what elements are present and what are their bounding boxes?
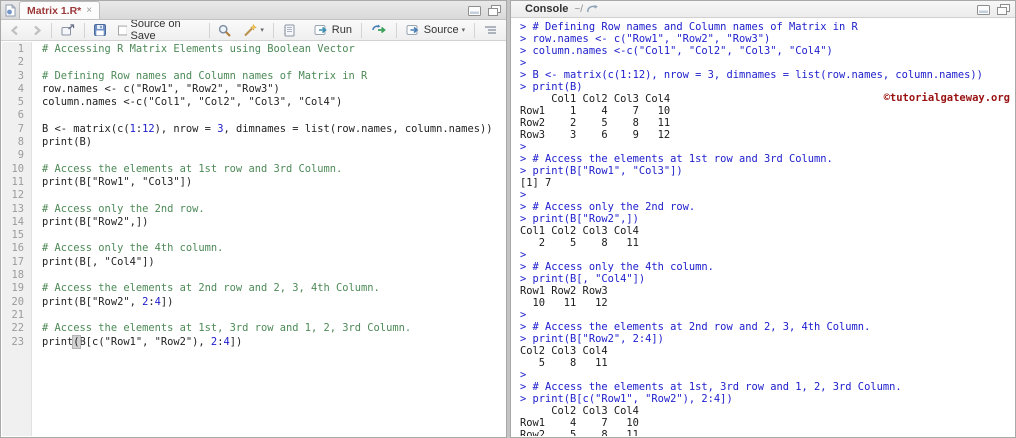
code-line-23[interactable]: print(B[c("Row1", "Row2"), 2:4])	[42, 334, 505, 349]
console-line-5: > B <- matrix(c(1:12), nrow = 3, dimname…	[520, 69, 983, 81]
code-line-1[interactable]: # Accessing R Matrix Elements using Bool…	[42, 43, 505, 56]
code-line-12[interactable]	[42, 189, 505, 202]
code-line-21[interactable]	[42, 309, 505, 322]
code-line-4[interactable]: row.names <- c("Row1", "Row2", "Row3")	[42, 83, 505, 96]
source-on-save-checkbox[interactable]: Source on Save	[115, 17, 203, 43]
source-button[interactable]: Source ▾	[403, 23, 468, 37]
console-line-20: >	[520, 249, 533, 261]
compile-notebook-icon[interactable]	[280, 23, 299, 38]
console-line-30: >	[520, 369, 533, 381]
tab-close-icon[interactable]: ×	[86, 5, 92, 16]
console-line-29: 5 8 11	[520, 357, 608, 369]
minimize-pane-icon[interactable]	[468, 5, 481, 16]
console-lines[interactable]: > # Defining Row names and Column names …	[520, 21, 1014, 436]
tab-matrix-1[interactable]: Matrix 1.R* ×	[19, 1, 101, 19]
tab-title: Matrix 1.R*	[27, 4, 82, 17]
run-button[interactable]: Run	[311, 23, 355, 37]
forward-icon[interactable]	[29, 24, 45, 37]
source-dropdown-caret[interactable]: ▾	[462, 26, 466, 34]
console-line-9: Row2 2 5 8 11	[520, 117, 671, 129]
editor-toolbar: Source on Save ▾ Run Source ▾	[1, 17, 506, 43]
code-line-9[interactable]	[42, 149, 505, 162]
code-line-10[interactable]: # Access the elements at 1st row and 3rd…	[42, 163, 505, 176]
console-line-26: > # Access the elements at 2nd row and 2…	[520, 321, 871, 333]
console-header: Console ~/	[511, 1, 1015, 18]
console-line-21: > # Access only the 4th column.	[520, 261, 714, 273]
back-icon[interactable]	[7, 24, 23, 37]
editor-tab-bar: Matrix 1.R* ×	[1, 1, 506, 20]
console-line-19: 2 5 8 11	[520, 237, 639, 249]
code-line-15[interactable]	[42, 229, 505, 242]
code-line-17[interactable]: print(B[, "Col4"])	[42, 256, 505, 269]
console-line-24: 10 11 12	[520, 297, 608, 309]
console-line-15: >	[520, 189, 533, 201]
run-button-label: Run	[331, 24, 352, 36]
watermark: ©tutorialgateway.org	[883, 92, 1010, 104]
code-tools-wand-icon[interactable]: ▾	[240, 23, 267, 38]
console-line-2: > row.names <- c("Row1", "Row2", "Row3")	[520, 33, 771, 45]
save-icon[interactable]	[91, 23, 109, 37]
rerun-icon[interactable]	[368, 23, 390, 37]
console-line-28: Col2 Col3 Col4	[520, 345, 608, 357]
console-line-18: Col1 Col2 Col3 Col4	[520, 225, 639, 237]
console-line-13: > print(B["Row1", "Col3"])	[520, 165, 683, 177]
console-line-34: Row1 4 7 10	[520, 417, 639, 429]
code-line-6[interactable]	[42, 109, 505, 122]
wand-dropdown-caret[interactable]: ▾	[260, 26, 264, 34]
source-on-save-label: Source on Save	[130, 18, 181, 42]
console-line-23: Row1 Row2 Row3	[520, 285, 608, 297]
source-button-label: Source	[423, 24, 459, 36]
console-line-31: > # Access the elements at 1st, 3rd row …	[520, 381, 902, 393]
console-line-35: Row2 5 8 11	[520, 429, 639, 436]
console-title: Console	[525, 3, 569, 15]
code-line-11[interactable]: print(B["Row1", "Col3"])	[42, 176, 505, 189]
console-line-16: > # Access only the 2nd row.	[520, 201, 696, 213]
r-file-icon	[5, 4, 16, 17]
console-line-22: > print(B[, "Col4"])	[520, 273, 646, 285]
search-icon[interactable]	[215, 23, 234, 38]
console-output[interactable]: > # Defining Row names and Column names …	[512, 19, 1014, 436]
console-maximize-icon[interactable]	[997, 4, 1010, 15]
console-line-17: > print(B["Row2",])	[520, 213, 639, 225]
code-line-19[interactable]: # Access the elements at 2nd row and 2, …	[42, 282, 505, 295]
document-outline-icon[interactable]	[481, 24, 500, 37]
code-line-18[interactable]	[42, 269, 505, 282]
code-line-16[interactable]: # Access only the 4th column.	[42, 242, 505, 255]
console-line-4: >	[520, 57, 533, 69]
code-line-2[interactable]	[42, 56, 505, 69]
console-line-1: > # Defining Row names and Column names …	[520, 21, 858, 33]
source-editor-pane: Matrix 1.R* × Source on Save ▾ Run Sourc…	[0, 0, 507, 438]
console-line-25: >	[520, 309, 533, 321]
code-line-5[interactable]: column.names <-c("Col1", "Col2", "Col3",…	[42, 96, 505, 109]
code-editor[interactable]: 1 2 3 4 5 6 7 8 9 10 11 12 13 14 15 16 17 18 19 20 21 22 23 # …	[2, 42, 505, 436]
console-line-11: >	[520, 141, 533, 153]
console-working-directory: ~/	[574, 3, 584, 15]
console-line-32: > print(B[c("Row1", "Row2"), 2:4])	[520, 393, 733, 405]
console-line-12: > # Access the elements at 1st row and 3…	[520, 153, 833, 165]
code-line-7[interactable]: B <- matrix(c(1:12), nrow = 3, dimnames …	[42, 123, 505, 136]
code-line-22[interactable]: # Access the elements at 1st, 3rd row an…	[42, 322, 505, 335]
code-line-8[interactable]: print(B)	[42, 136, 505, 149]
console-line-27: > print(B["Row2", 2:4])	[520, 333, 664, 345]
console-line-14: [1] 7	[520, 177, 552, 189]
code-line-13[interactable]: # Access only the 2nd row.	[42, 203, 505, 216]
code-line-20[interactable]: print(B["Row2", 2:4])	[42, 296, 505, 309]
goto-working-directory-icon[interactable]	[587, 4, 599, 14]
console-line-33: Col2 Col3 Col4	[520, 405, 639, 417]
maximize-pane-icon[interactable]	[488, 5, 501, 16]
console-line-10: Row3 3 6 9 12	[520, 129, 671, 141]
editor-gutter: 1 2 3 4 5 6 7 8 9 10 11 12 13 14 15 16 17 18 19 20 21 22 23	[2, 42, 32, 436]
code-line-14[interactable]: print(B["Row2",])	[42, 216, 505, 229]
console-pane: Console ~/ > # Defining Row names and Co…	[510, 0, 1016, 438]
editor-code-lines[interactable]: # Accessing R Matrix Elements using Bool…	[32, 42, 505, 436]
console-line-3: > column.names <-c("Col1", "Col2", "Col3…	[520, 45, 833, 57]
open-in-new-window-icon[interactable]	[58, 23, 78, 37]
console-line-8: Row1 1 4 7 10	[520, 105, 671, 117]
console-minimize-icon[interactable]	[977, 4, 990, 15]
code-line-3[interactable]: # Defining Row names and Column names of…	[42, 70, 505, 83]
